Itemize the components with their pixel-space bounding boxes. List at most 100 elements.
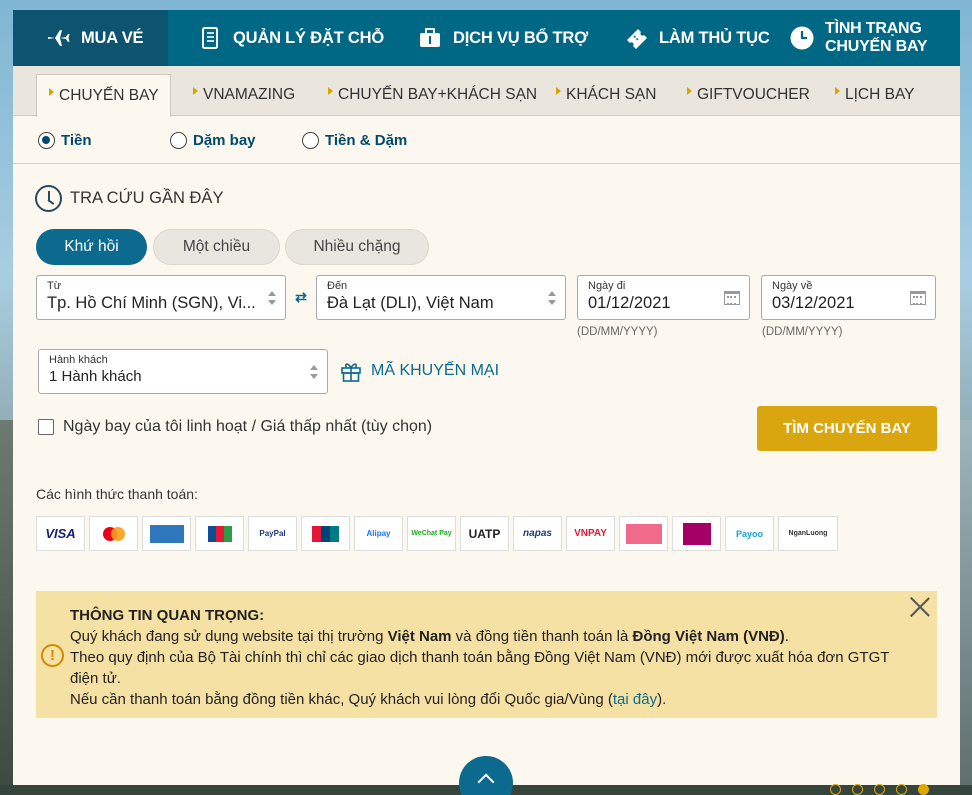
jcb-logo <box>195 516 244 551</box>
uatp-logo: UATP <box>460 516 509 551</box>
vnpay-logo: VNPAY <box>566 516 615 551</box>
visa-logo: VISA <box>36 516 85 551</box>
tab-label: CHUYẾN BAY <box>59 87 159 104</box>
tab-label: GIFTVOUCHER <box>697 86 810 103</box>
clock-icon <box>789 25 815 51</box>
calendar-icon[interactable] <box>724 291 740 305</box>
gift-icon <box>341 363 361 382</box>
radio-money-miles[interactable]: Tiền & Dặm <box>302 132 407 149</box>
to-field[interactable]: Đến Đà Lạt (DLI), Việt Nam <box>316 275 566 320</box>
mastercard-logo <box>89 516 138 551</box>
important-notice: ! THÔNG TIN QUAN TRỌNG: Quý khách đang s… <box>36 591 937 718</box>
carousel-dot-active[interactable] <box>918 784 929 795</box>
notice-line2: Theo quy định của Bộ Tài chính thì chỉ c… <box>70 649 890 687</box>
tab-vnamazing[interactable]: VNAMAZING <box>177 74 295 116</box>
radio-label: Tiền & Dặm <box>325 132 408 149</box>
swap-icon[interactable]: ⇄ <box>293 290 309 309</box>
wechat-pay-logo: WeChat Pay <box>407 516 456 551</box>
nganluong-logo: NganLuong <box>778 516 838 551</box>
alipay-logo: Alipay <box>354 516 403 551</box>
notice-text: THÔNG TIN QUAN TRỌNG: Quý khách đang sử … <box>70 605 910 710</box>
tab-label: VNAMAZING <box>203 86 296 103</box>
depart-format-hint: (DD/MM/YYYY) <box>577 326 658 338</box>
tab-arrow-icon <box>328 87 333 95</box>
payment-methods: VISA PayPal Alipay WeChat Pay UATP napas… <box>36 516 842 551</box>
tab-hotel[interactable]: KHÁCH SẠN <box>540 74 656 116</box>
carousel-dot[interactable] <box>852 784 863 795</box>
tab-label: LỊCH BAY <box>845 86 915 103</box>
paypal-logo: PayPal <box>248 516 297 551</box>
flexible-dates-option[interactable]: Ngày bay của tôi linh hoạt / Giá thấp nh… <box>38 418 432 436</box>
radio-money[interactable]: Tiền <box>38 132 92 149</box>
change-country-link[interactable]: tại đây <box>613 691 657 708</box>
return-format-hint: (DD/MM/YYYY) <box>762 326 843 338</box>
close-icon[interactable] <box>909 596 931 618</box>
momo-logo <box>672 516 721 551</box>
carousel-dot[interactable] <box>896 784 907 795</box>
radio-circle <box>38 132 55 149</box>
from-value: Tp. Hồ Chí Minh (SGN), Vi... <box>47 294 256 312</box>
booklet-icon <box>197 25 223 51</box>
nav-label: MUA VÉ <box>81 28 144 47</box>
notice-line1: Quý khách đang sử dụng website tại thị t… <box>70 628 789 645</box>
nav-check-in[interactable]: LÀM THỦ TỤC <box>597 10 779 66</box>
from-field[interactable]: Từ Tp. Hồ Chí Minh (SGN), Vi... <box>36 275 286 320</box>
nav-manage-booking[interactable]: QUẢN LÝ ĐẶT CHỖ <box>168 10 391 66</box>
nav-flight-status[interactable]: TÌNH TRẠNG CHUYẾN BAY <box>779 10 960 66</box>
payment-methods-label: Các hình thức thanh toán: <box>36 486 198 502</box>
tab-giftvoucher[interactable]: GIFTVOUCHER <box>671 74 810 116</box>
sort-arrows-icon <box>310 365 318 379</box>
trip-multi-city[interactable]: Nhiều chặng <box>285 229 429 265</box>
warning-icon: ! <box>41 644 64 667</box>
tab-flight[interactable]: CHUYẾN BAY <box>36 74 171 117</box>
radio-label: Dặm bay <box>193 132 256 149</box>
carousel-dot[interactable] <box>874 784 885 795</box>
to-value: Đà Lạt (DLI), Việt Nam <box>327 294 494 312</box>
tab-arrow-icon <box>193 87 198 95</box>
radio-circle <box>170 132 187 149</box>
main-nav: MUA VÉ QUẢN LÝ ĐẶT CHỖ DỊCH VỤ BỔ TRỢ LÀ… <box>13 10 960 66</box>
flexible-dates-checkbox[interactable] <box>38 419 54 435</box>
nav-buy-ticket[interactable]: MUA VÉ <box>13 10 168 66</box>
trip-one-way[interactable]: Một chiều <box>153 229 280 265</box>
history-icon <box>35 185 62 212</box>
nav-label: DỊCH VỤ BỔ TRỢ <box>453 28 589 47</box>
sort-arrows-icon <box>268 291 276 305</box>
tab-label: CHUYẾN BAY+KHÁCH SẠN <box>338 86 538 103</box>
luggage-icon <box>417 25 443 51</box>
payoo-logo: Payoo <box>725 516 774 551</box>
search-flights-button[interactable]: TÌM CHUYẾN BAY <box>757 406 937 451</box>
promo-code-link[interactable]: MÃ KHUYẾN MẠI <box>340 360 499 382</box>
tab-schedule[interactable]: LỊCH BAY <box>819 74 915 116</box>
passenger-field[interactable]: Hành khách 1 Hành khách <box>38 349 328 394</box>
background-right-edge <box>960 420 972 795</box>
recent-searches[interactable]: TRA CỨU GẦN ĐÂY <box>35 185 223 212</box>
passenger-value: 1 Hành khách <box>49 368 142 385</box>
ticket-icon <box>623 25 649 51</box>
tab-flight-hotel[interactable]: CHUYẾN BAY+KHÁCH SẠN <box>312 74 537 116</box>
radio-miles[interactable]: Dặm bay <box>170 132 256 149</box>
depart-date-field[interactable]: Ngày đi 01/12/2021 <box>577 275 750 320</box>
booking-panel: MUA VÉ QUẢN LÝ ĐẶT CHỖ DỊCH VỤ BỔ TRỢ LÀ… <box>13 10 960 795</box>
nav-extra-services[interactable]: DỊCH VỤ BỔ TRỢ <box>391 10 597 66</box>
calendar-icon[interactable] <box>910 291 926 305</box>
trip-round[interactable]: Khứ hồi <box>36 229 147 265</box>
pay-mode-group: Tiền Dặm bay Tiền & Dặm <box>13 116 960 164</box>
radio-circle <box>302 132 319 149</box>
from-label: Từ <box>47 280 62 292</box>
nav-label-line2: CHUYẾN BAY <box>825 38 928 55</box>
promo-label: MÃ KHUYẾN MẠI <box>371 362 500 379</box>
scroll-up-button[interactable] <box>459 756 513 795</box>
vietcombank-logo <box>619 516 668 551</box>
depart-value: 01/12/2021 <box>588 294 671 312</box>
recent-searches-label: TRA CỨU GẦN ĐÂY <box>70 189 224 207</box>
plane-icon <box>45 25 71 51</box>
amex-logo <box>142 516 191 551</box>
passenger-label: Hành khách <box>49 354 108 366</box>
carousel-dot[interactable] <box>830 784 841 795</box>
return-date-field[interactable]: Ngày về 03/12/2021 <box>761 275 936 320</box>
return-label: Ngày về <box>772 280 813 292</box>
notice-line3: Nếu cần thanh toán bằng đồng tiền khác, … <box>70 691 667 708</box>
tab-arrow-icon <box>687 87 692 95</box>
nav-label: LÀM THỦ TỤC <box>659 28 770 47</box>
